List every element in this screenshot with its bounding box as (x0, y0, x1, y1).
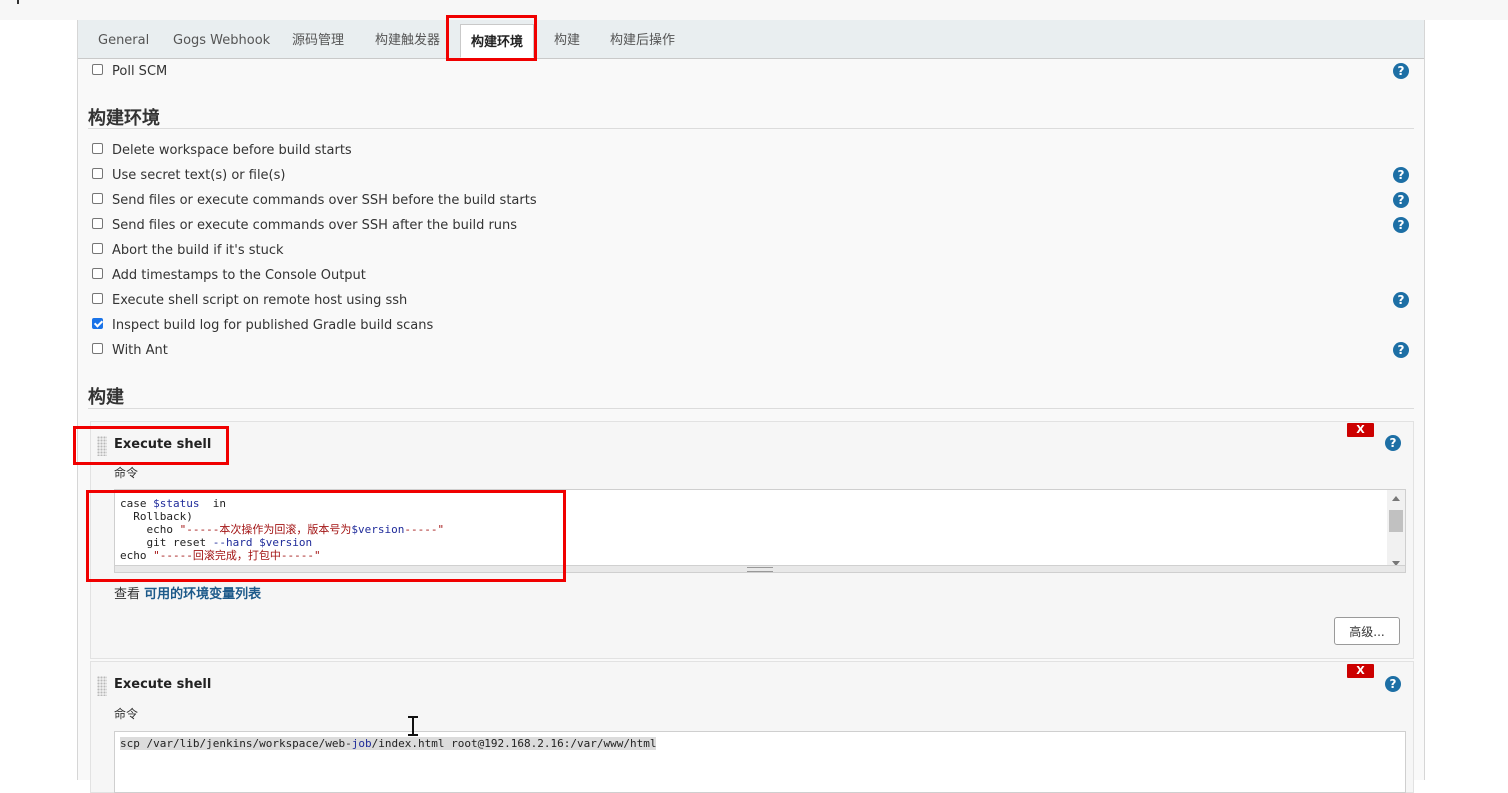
option-label: Add timestamps to the Console Output (112, 268, 366, 283)
option-checkbox-checked[interactable] (92, 318, 103, 329)
tab-source-management[interactable]: 源码管理 (292, 20, 344, 58)
env-vars-link[interactable]: 可用的环境变量列表 (144, 587, 261, 602)
code-variable: job (351, 737, 372, 750)
code-text: scp /var/lib/jenkins/workspace/web- (120, 737, 352, 750)
option-label: Send files or execute commands over SSH … (112, 193, 537, 208)
job-config-panel: General Gogs Webhook 源码管理 构建触发器 构建环境 构建 … (77, 20, 1425, 793)
tab-gogs-webhook[interactable]: Gogs Webhook (173, 20, 270, 58)
help-icon[interactable]: ? (1393, 217, 1409, 233)
option-row: Use secret text(s) or file(s) (92, 166, 285, 186)
option-row: Send files or execute commands over SSH … (92, 216, 517, 236)
poll-scm-checkbox[interactable] (92, 64, 103, 75)
command-label: 命令 (114, 466, 139, 480)
option-row: Send files or execute commands over SSH … (92, 191, 537, 211)
annotation-box-editor (86, 490, 566, 582)
option-label: Inspect build log for published Gradle b… (112, 318, 434, 333)
editor-scrollbar[interactable] (1387, 490, 1405, 572)
poll-scm-row: Poll SCM (92, 62, 167, 82)
option-label: Abort the build if it's stuck (112, 243, 284, 258)
execute-shell-step: Execute shell X ? 命令 scp /var/lib/jenkin… (90, 661, 1414, 793)
option-label: Execute shell script on remote host usin… (112, 293, 408, 308)
help-icon[interactable]: ? (1393, 292, 1409, 308)
advanced-button[interactable]: 高级... (1334, 617, 1400, 645)
scrollbar-thumb[interactable] (1389, 510, 1403, 532)
tab-build-triggers[interactable]: 构建触发器 (375, 20, 440, 58)
option-label: Delete workspace before build starts (112, 143, 352, 158)
option-checkbox[interactable] (92, 343, 103, 354)
command-editor[interactable]: scp /var/lib/jenkins/workspace/web-job/i… (114, 731, 1406, 793)
tab-build[interactable]: 构建 (554, 20, 580, 58)
option-checkbox[interactable] (92, 143, 103, 154)
annotation-box-tab (446, 15, 537, 61)
tab-post-build-actions[interactable]: 构建后操作 (610, 20, 675, 58)
option-checkbox[interactable] (92, 293, 103, 304)
help-icon[interactable]: ? (1393, 342, 1409, 358)
code-text: /index.html root@192.168.2.16:/var/www/h… (371, 737, 657, 750)
env-vars-prefix: 查看 (114, 587, 145, 602)
step-title: Execute shell (114, 677, 212, 692)
option-checkbox[interactable] (92, 243, 103, 254)
poll-scm-label: Poll SCM (112, 64, 168, 79)
option-label: Send files or execute commands over SSH … (112, 218, 518, 233)
build-heading: 构建 (88, 387, 124, 408)
option-row: Execute shell script on remote host usin… (92, 291, 407, 311)
help-icon[interactable]: ? (1385, 676, 1401, 692)
help-icon[interactable]: ? (1385, 435, 1401, 451)
section-divider (88, 408, 1414, 409)
option-label: With Ant (112, 343, 168, 358)
top-strip (0, 0, 1508, 20)
delete-step-button[interactable]: X (1347, 423, 1374, 437)
help-icon[interactable]: ? (1393, 192, 1409, 208)
delete-step-button[interactable]: X (1347, 664, 1374, 678)
option-row: Add timestamps to the Console Output (92, 266, 366, 286)
option-checkbox[interactable] (92, 268, 103, 279)
annotation-box-step-title (73, 426, 229, 465)
env-vars-row: 查看 可用的环境变量列表 (114, 583, 261, 602)
option-row: Inspect build log for published Gradle b… (92, 316, 433, 336)
text-cursor-icon (408, 716, 418, 736)
option-checkbox[interactable] (92, 218, 103, 229)
option-row: Delete workspace before build starts (92, 141, 352, 161)
option-row: Abort the build if it's stuck (92, 241, 284, 261)
option-row: With Ant (92, 341, 168, 361)
option-checkbox[interactable] (92, 168, 103, 179)
scroll-up-arrow-icon[interactable] (1392, 496, 1400, 501)
resize-grip-icon (747, 567, 773, 572)
config-tab-bar: General Gogs Webhook 源码管理 构建触发器 构建环境 构建 … (78, 20, 1424, 59)
option-label: Use secret text(s) or file(s) (112, 168, 286, 183)
tab-general[interactable]: General (98, 20, 149, 58)
build-environment-heading: 构建环境 (88, 108, 160, 129)
help-icon[interactable]: ? (1393, 63, 1409, 79)
top-strip-mark (17, 0, 19, 4)
command-label: 命令 (114, 707, 139, 721)
option-checkbox[interactable] (92, 193, 103, 204)
help-icon[interactable]: ? (1393, 167, 1409, 183)
section-divider (88, 128, 1414, 129)
drag-handle-icon[interactable] (97, 676, 107, 696)
